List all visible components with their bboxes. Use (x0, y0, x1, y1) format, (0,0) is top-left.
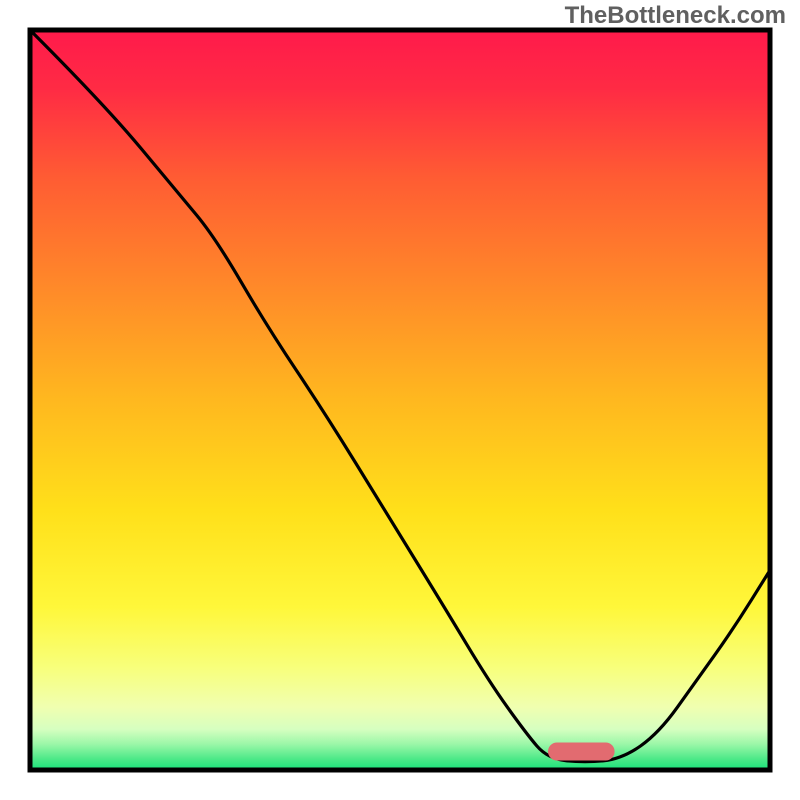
chart-container: { "watermark": "TheBottleneck.com", "plo… (0, 0, 800, 800)
chart-svg (0, 0, 800, 800)
optimal-marker (548, 743, 615, 761)
watermark-text: TheBottleneck.com (565, 2, 786, 30)
gradient-background (30, 30, 770, 770)
